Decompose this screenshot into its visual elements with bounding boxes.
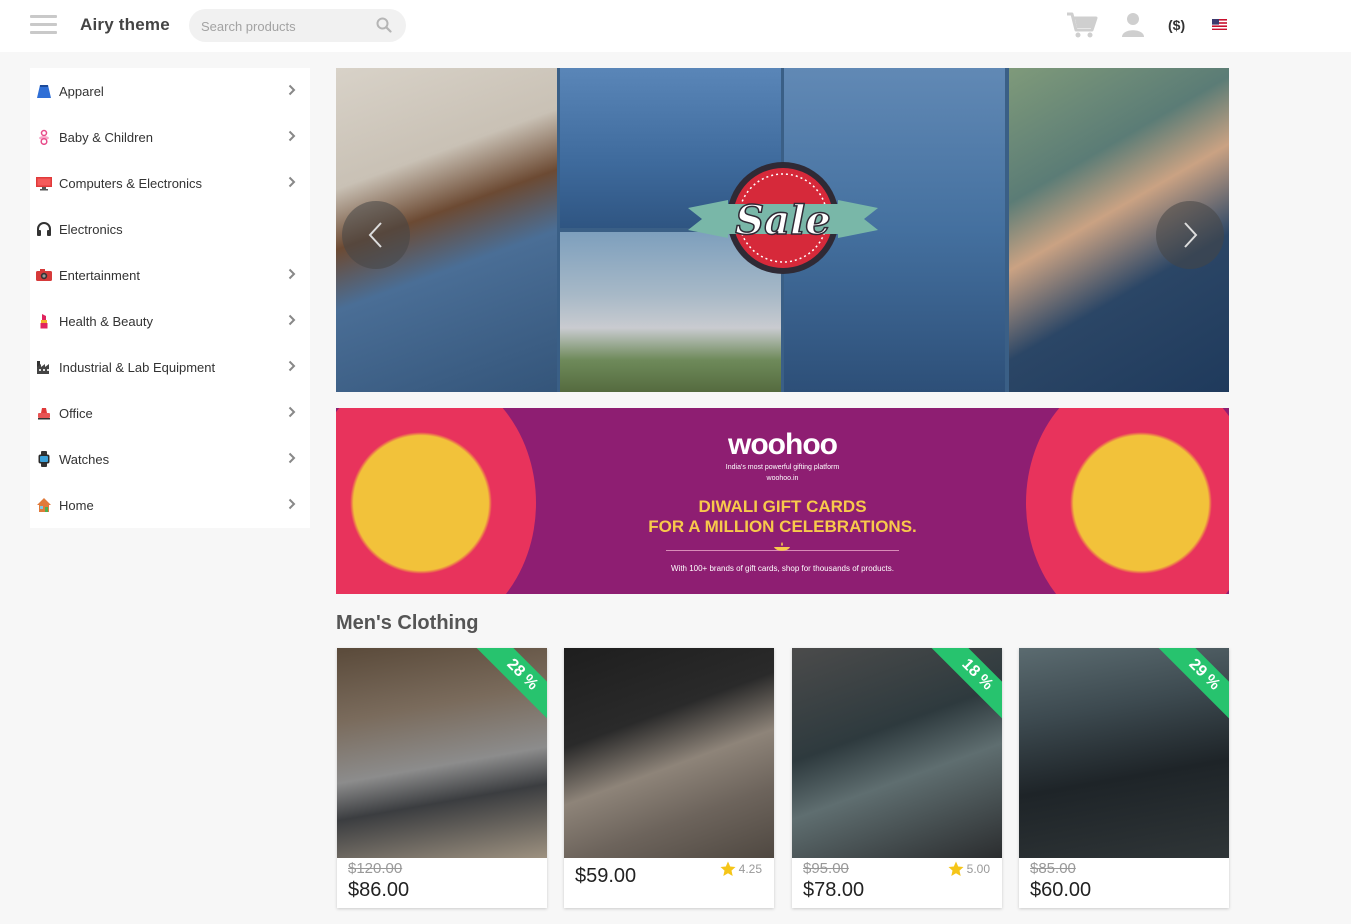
sidebar-item-label: Office [59,405,93,421]
skirt-icon [37,85,51,98]
sidebar-item-label: Watches [59,451,110,467]
chevron-right-icon [1184,222,1198,248]
promo-headline-1: DIWALI GIFT CARDS [698,497,867,516]
sidebar-item-apparel[interactable]: Apparel [30,68,310,114]
menu-icon[interactable] [30,15,57,35]
sidebar-item-office[interactable]: Office [30,390,310,436]
promo-footer: With 100+ brands of gift cards, shop for… [670,564,894,573]
star-icon [720,861,736,876]
sidebar-item-baby-children[interactable]: Baby & Children [30,114,310,160]
sale-badge: Sale [688,162,878,274]
headphones-icon [37,222,51,236]
chevron-right-icon [288,406,296,418]
search-bar [189,9,406,42]
price: $78.00 [803,879,865,901]
sidebar-item-entertainment[interactable]: Entertainment [30,252,310,298]
promo-tagline: India's most powerful gifting platform [725,464,840,471]
chevron-right-icon [288,130,296,142]
cart-icon[interactable] [1066,11,1098,39]
chevron-right-icon [288,314,296,326]
chevron-right-icon [288,176,296,188]
rating-value: 5.00 [966,862,990,876]
promo-decoration-left [336,408,536,594]
product-card[interactable]: 29 % $85.00 $60.00 [1019,648,1229,908]
watch-icon [38,451,50,467]
brand-name[interactable]: Airy theme [80,15,170,35]
us-flag-icon[interactable] [1212,19,1227,30]
sidebar-item-health-beauty[interactable]: Health & Beauty [30,298,310,344]
product-image [564,648,774,858]
product-card[interactable]: 28 % $120.00 $86.00 [337,648,547,908]
promo-decoration-right [1026,408,1229,594]
user-icon[interactable] [1121,12,1145,38]
chevron-left-icon [368,222,382,248]
sidebar-item-label: Computers & Electronics [59,175,203,191]
search-input[interactable] [201,16,371,36]
search-icon[interactable] [376,17,392,33]
promo-headline-2: FOR A MILLION CELEBRATIONS. [648,517,917,536]
chevron-right-icon [288,84,296,96]
monitor-icon [36,177,52,191]
promo-app-line: woohoo.in [766,475,799,482]
product-rating: 4.25 [720,861,762,877]
promo-brand: woohoo [728,428,838,461]
sidebar-item-home[interactable]: Home [30,482,310,528]
chevron-right-icon [288,268,296,280]
stapler-icon [38,408,50,420]
carousel-next-button[interactable] [1156,201,1224,269]
sale-badge-text: Sale [735,197,830,244]
old-price: $95.00 [803,860,849,877]
product-card[interactable]: $59.00 4.25 [564,648,774,908]
carousel-prev-button[interactable] [342,201,410,269]
category-sidebar: Apparel Baby & Children Computers & Elec… [30,68,310,528]
sidebar-item-label: Home [59,497,94,513]
sidebar-item-label: Entertainment [59,267,140,283]
sidebar-item-electronics[interactable]: Electronics [30,206,310,252]
chevron-right-icon [288,452,296,464]
sidebar-item-label: Electronics [59,221,123,237]
price: $86.00 [348,879,410,901]
chevron-right-icon [288,360,296,372]
lipstick-icon [40,314,48,329]
product-rating: 5.00 [948,861,990,877]
sidebar-item-label: Baby & Children [59,129,153,145]
chevron-right-icon [288,498,296,510]
factory-icon [37,361,49,374]
top-header: Airy theme ($) [0,0,1351,52]
old-price: $120.00 [348,860,403,877]
section-title: Men's Clothing [336,612,479,634]
sidebar-item-label: Industrial & Lab Equipment [59,359,216,375]
sidebar-item-industrial-lab[interactable]: Industrial & Lab Equipment [30,344,310,390]
sidebar-item-computers-electronics[interactable]: Computers & Electronics [30,160,310,206]
rating-value: 4.25 [738,862,762,876]
diya-lamp-icon [774,542,790,551]
sidebar-item-label: Health & Beauty [59,313,153,329]
promo-banner[interactable]: woohoo India's most powerful gifting pla… [336,408,1229,594]
product-card[interactable]: 18 % $95.00 $78.00 5.00 [792,648,1002,908]
price: $60.00 [1030,879,1092,901]
sidebar-item-label: Apparel [59,83,104,99]
pacifier-icon [39,129,49,145]
star-icon [948,861,964,876]
promo-center: woohoo India's most powerful gifting pla… [566,408,999,594]
price: $59.00 [575,865,637,887]
currency-selector[interactable]: ($) [1168,17,1185,33]
old-price: $85.00 [1030,860,1076,877]
camera-icon [36,269,52,281]
hero-carousel[interactable]: Sale [336,68,1229,392]
house-icon [37,498,51,512]
sidebar-item-watches[interactable]: Watches [30,436,310,482]
